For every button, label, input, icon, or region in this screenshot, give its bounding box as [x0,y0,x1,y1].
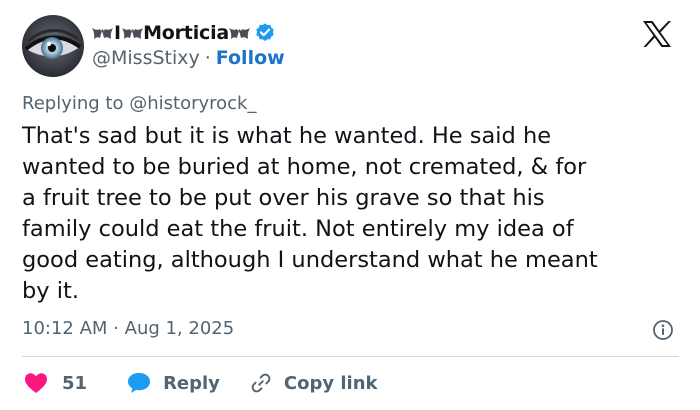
reply-label: Reply [163,372,220,394]
like-button[interactable]: 51 [24,372,87,394]
info-icon[interactable] [652,319,674,341]
bat-icon [122,28,144,39]
like-count: 51 [62,372,88,394]
author-handle[interactable]: @MissStixy [92,47,200,69]
tweet-line: That's sad but it is what he wanted. He … [22,123,552,149]
verified-badge-icon [256,23,274,41]
separator-dot: · [113,318,125,339]
handle-row: @MissStixy · Follow [92,47,285,69]
author-name-row[interactable]: I Morticia [92,20,276,46]
reply-mention[interactable]: @historyrock_ [129,93,256,114]
tweet-text: That's sad but it is what he wanted. He … [22,121,682,307]
tweet-date: Aug 1, 2025 [124,318,235,339]
copy-link-button[interactable]: Copy link [250,372,378,394]
bat-icon [229,28,251,39]
reply-button[interactable]: Reply [127,372,220,394]
separator-dot: · [204,47,211,69]
follow-button[interactable]: Follow [216,47,285,69]
bat-icon [92,28,113,39]
tweet-card: I Morticia @MissStixy · Follow Replying … [0,0,700,410]
timestamp[interactable]: 10:12 AM · Aug 1, 2025 [22,318,234,339]
tweet-line: family could eat the fruit. Not entirely… [22,216,574,242]
link-icon [251,373,271,393]
tweet-line: good eating, although I understand what … [22,247,598,273]
display-name[interactable]: Morticia [143,22,229,44]
x-logo-icon[interactable] [642,20,672,48]
heart-icon [25,373,47,393]
reply-prefix: Replying to [22,93,124,114]
divider [22,356,679,357]
tweet-time: 10:12 AM [22,318,108,339]
avatar[interactable] [22,15,84,77]
reply-bubble-icon [128,373,151,393]
copy-link-label: Copy link [283,372,378,394]
bar-glyph: I [114,22,122,44]
tweet-line: wanted to be buried at home, not cremate… [22,154,587,180]
tweet-line: a fruit tree to be put over his grave so… [22,185,545,211]
action-bar: 51 Reply Copy link [24,369,378,397]
reply-context: Replying to @historyrock_ [22,93,256,114]
tweet-line: by it. [22,278,79,304]
